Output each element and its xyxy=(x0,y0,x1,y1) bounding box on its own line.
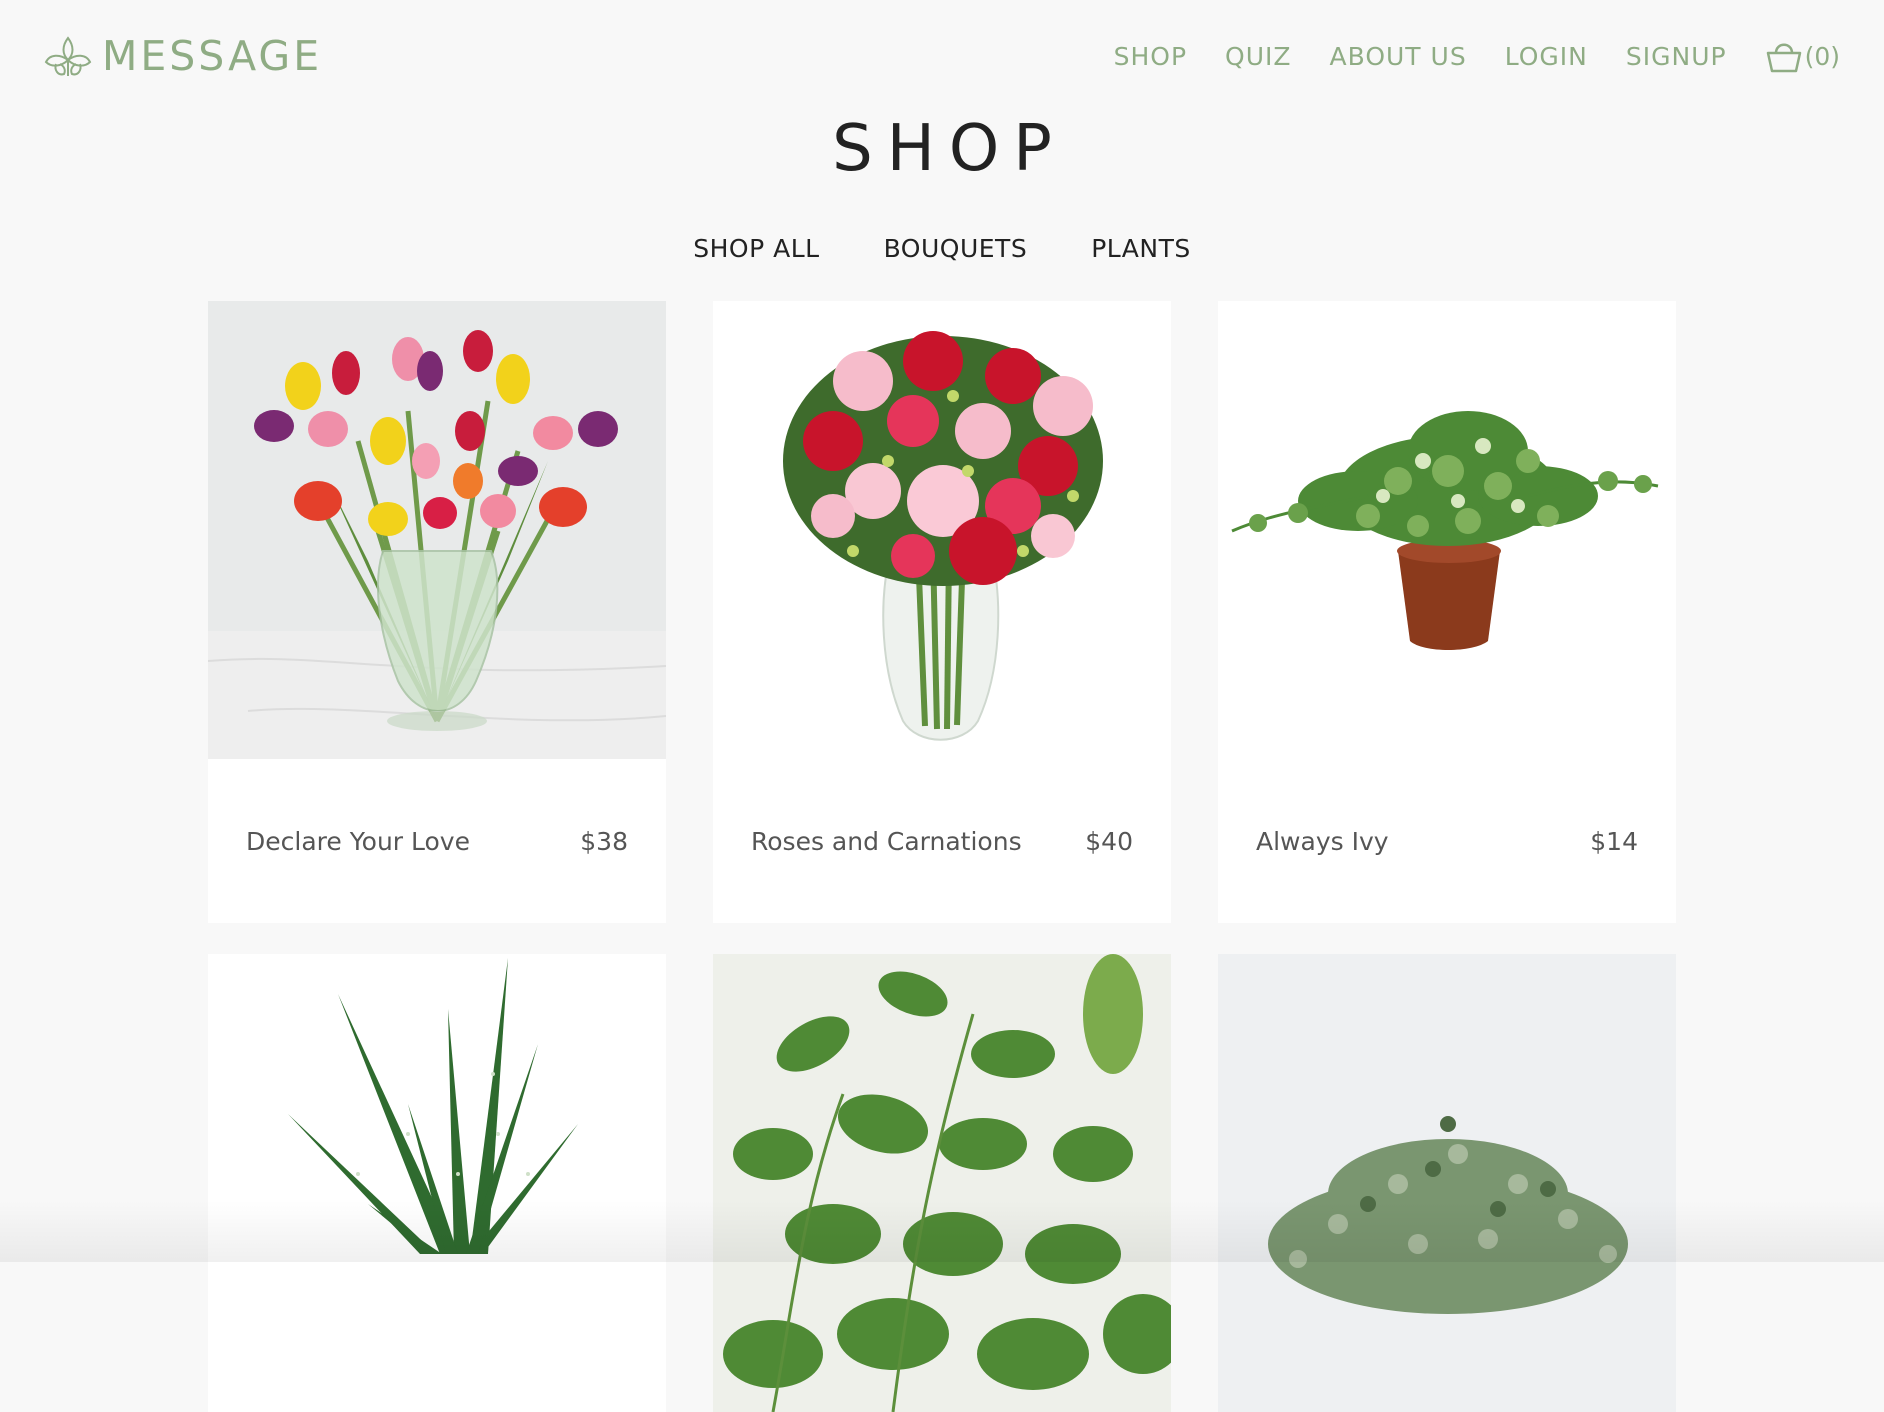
product-info: Always Ivy $14 xyxy=(1218,759,1676,923)
brand-logo[interactable]: MESSAGE xyxy=(42,30,322,82)
navbar: MESSAGE SHOP QUIZ ABOUT US LOGIN SIGNUP … xyxy=(0,0,1884,112)
product-card[interactable] xyxy=(713,954,1171,1412)
filter-plants[interactable]: PLANTS xyxy=(1091,234,1191,263)
product-name: Always Ivy xyxy=(1256,826,1389,856)
nav-about-us[interactable]: ABOUT US xyxy=(1330,42,1467,71)
product-card[interactable] xyxy=(208,954,666,1412)
iris-flower-icon xyxy=(44,36,92,76)
product-image-ivy-plant[interactable] xyxy=(1218,301,1676,759)
product-image-mint-plant[interactable] xyxy=(713,954,1171,1412)
product-image-rose-carnation-bouquet[interactable] xyxy=(713,301,1171,759)
product-price: $40 xyxy=(1085,826,1133,856)
cart-count: (0) xyxy=(1804,41,1840,71)
product-image-aloe-plant[interactable] xyxy=(208,954,666,1412)
filter-shop-all[interactable]: SHOP ALL xyxy=(693,234,819,263)
nav-signup[interactable]: SIGNUP xyxy=(1626,42,1727,71)
nav-links: SHOP QUIZ ABOUT US LOGIN SIGNUP (0) xyxy=(1076,36,1840,76)
nav-quiz[interactable]: QUIZ xyxy=(1225,42,1291,71)
product-image-tulip-bouquet[interactable] xyxy=(208,301,666,759)
filter-bouquets[interactable]: BOUQUETS xyxy=(884,234,1028,263)
page-title: SHOP xyxy=(832,112,1066,186)
product-info: Declare Your Love $38 xyxy=(208,759,666,923)
product-card[interactable] xyxy=(1218,954,1676,1412)
product-name: Declare Your Love xyxy=(246,826,470,856)
brand-name: MESSAGE xyxy=(102,32,323,80)
nav-login[interactable]: LOGIN xyxy=(1505,42,1588,71)
product-price: $14 xyxy=(1590,826,1638,856)
cart-button[interactable]: (0) xyxy=(1765,38,1840,74)
category-filters: SHOP ALL BOUQUETS PLANTS xyxy=(0,234,1884,263)
nav-shop[interactable]: SHOP xyxy=(1114,42,1187,71)
product-card[interactable]: Always Ivy $14 xyxy=(1218,301,1676,923)
product-name: Roses and Carnations xyxy=(751,826,1022,856)
product-card[interactable]: Declare Your Love $38 xyxy=(208,301,666,923)
product-info: Roses and Carnations $40 xyxy=(713,759,1171,923)
product-price: $38 xyxy=(580,826,628,856)
product-image-herb-plant[interactable] xyxy=(1218,954,1676,1412)
product-card[interactable]: Roses and Carnations $40 xyxy=(713,301,1171,923)
shopping-basket-icon xyxy=(1766,43,1801,73)
